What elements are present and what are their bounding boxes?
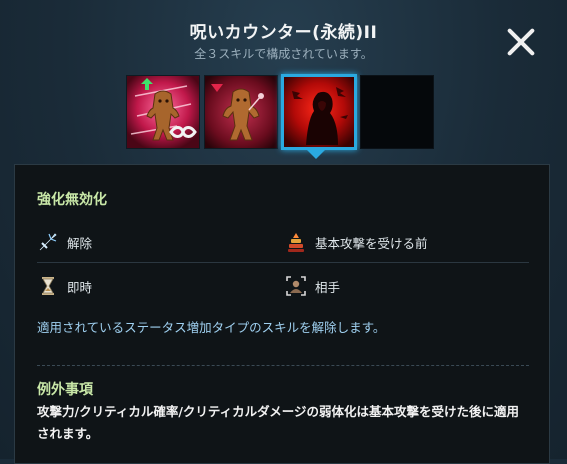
attr-target: 相手 bbox=[285, 275, 340, 297]
attr-timing-label: 基本攻撃を受ける前 bbox=[315, 235, 428, 251]
close-icon[interactable] bbox=[504, 25, 538, 59]
attr-type: 解除 bbox=[37, 231, 92, 253]
attr-timing: 基本攻撃を受ける前 bbox=[285, 231, 428, 253]
skill-slot-2[interactable] bbox=[204, 75, 278, 149]
attr-duration-label: 即時 bbox=[67, 279, 93, 295]
exception-text: 攻撃力/クリティカル確率/クリティカルダメージの弱体化は基本攻撃を受けた後に適用… bbox=[37, 404, 520, 441]
hourglass-icon bbox=[37, 275, 59, 297]
skill-detail-panel: 強化無効化 解除 基本攻撃を受ける前 即時 相手 適用されているステータス増加タ… bbox=[14, 164, 550, 464]
skill-title: 呪いカウンター(永続)II bbox=[189, 23, 378, 43]
wooden-doll-icon bbox=[205, 76, 277, 148]
effect-description: 適用されているステータス増加タイプのスキルを解除します。 bbox=[37, 320, 386, 335]
stack-icon bbox=[285, 231, 307, 253]
hooded-figure-icon bbox=[284, 77, 354, 147]
wooden-doll-infinity-icon bbox=[127, 76, 199, 148]
skill-slot-1[interactable] bbox=[126, 75, 200, 149]
attr-target-label: 相手 bbox=[315, 279, 341, 295]
attr-duration: 即時 bbox=[37, 275, 92, 297]
sword-icon bbox=[37, 231, 59, 253]
skill-subtitle: 全３スキルで構成されています。 bbox=[194, 47, 373, 61]
effect-title: 強化無効化 bbox=[37, 192, 107, 208]
attr-type-label: 解除 bbox=[67, 235, 93, 251]
exception-title: 例外事項 bbox=[37, 382, 93, 398]
target-icon bbox=[285, 275, 307, 297]
skill-slot-4-empty bbox=[360, 75, 434, 149]
section-divider bbox=[37, 365, 529, 366]
attr-row-divider bbox=[37, 262, 529, 263]
skill-slot-3-selected[interactable] bbox=[281, 74, 357, 150]
selection-pointer bbox=[307, 150, 325, 159]
